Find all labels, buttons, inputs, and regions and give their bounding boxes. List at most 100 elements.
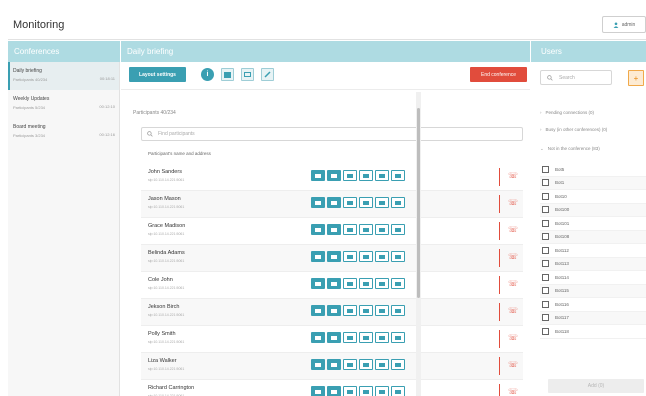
layout-settings-button[interactable]: Layout settings — [129, 67, 186, 82]
user-checkbox[interactable] — [542, 165, 549, 173]
microphone-icon[interactable] — [327, 251, 341, 262]
microphone-icon[interactable] — [327, 386, 341, 396]
user-item[interactable]: Bot5 — [540, 163, 646, 177]
disconnect-icon[interactable]: ☏ — [508, 361, 518, 369]
conference-item[interactable]: Weekly Updates Participants 5/234 00:12:10 — [8, 90, 119, 118]
info-icon[interactable]: i — [201, 68, 214, 81]
microphone-icon[interactable] — [327, 224, 341, 235]
share-icon[interactable] — [261, 68, 274, 81]
microphone-icon[interactable] — [327, 332, 341, 343]
speaker-icon[interactable] — [343, 332, 357, 343]
camera-icon[interactable] — [311, 224, 325, 235]
microphone-icon[interactable] — [327, 278, 341, 289]
screen-share-icon[interactable] — [359, 359, 373, 370]
user-checkbox[interactable] — [542, 192, 549, 200]
more-icon[interactable] — [391, 278, 405, 289]
video-layout-icon[interactable] — [375, 170, 389, 181]
speaker-icon[interactable] — [343, 305, 357, 316]
disconnect-icon[interactable]: ☏ — [508, 334, 518, 342]
user-checkbox[interactable] — [542, 287, 549, 295]
screen-share-icon[interactable] — [359, 224, 373, 235]
user-checkbox[interactable] — [542, 260, 549, 268]
users-section[interactable]: › Pending connections (0) — [540, 110, 594, 115]
screen-share-icon[interactable] — [359, 332, 373, 343]
user-item[interactable]: Bot101 — [540, 217, 646, 231]
screen-share-icon[interactable] — [359, 305, 373, 316]
user-checkbox[interactable] — [542, 327, 549, 335]
more-icon[interactable] — [391, 305, 405, 316]
user-checkbox[interactable] — [542, 179, 549, 187]
user-item[interactable]: Bot117 — [540, 311, 646, 325]
video-layout-icon[interactable] — [375, 197, 389, 208]
more-icon[interactable] — [391, 224, 405, 235]
user-checkbox[interactable] — [542, 314, 549, 322]
more-icon[interactable] — [391, 170, 405, 181]
speaker-icon[interactable] — [343, 224, 357, 235]
user-item[interactable]: Bot114 — [540, 271, 646, 285]
camera-icon[interactable] — [311, 197, 325, 208]
user-checkbox[interactable] — [542, 206, 549, 214]
camera-icon[interactable] — [311, 359, 325, 370]
screen-share-icon[interactable] — [359, 251, 373, 262]
user-checkbox[interactable] — [542, 246, 549, 254]
more-icon[interactable] — [391, 386, 405, 396]
microphone-icon[interactable] — [327, 197, 341, 208]
user-checkbox[interactable] — [542, 219, 549, 227]
user-checkbox[interactable] — [542, 273, 549, 281]
speaker-icon[interactable] — [343, 251, 357, 262]
video-layout-icon[interactable] — [375, 359, 389, 370]
user-item[interactable]: Bot118 — [540, 325, 646, 339]
camera-icon[interactable] — [311, 278, 325, 289]
user-checkbox[interactable] — [542, 233, 549, 241]
user-search-input[interactable]: Search — [540, 70, 612, 85]
screen-share-icon[interactable] — [359, 278, 373, 289]
disconnect-icon[interactable]: ☏ — [508, 388, 518, 396]
more-icon[interactable] — [391, 359, 405, 370]
camera-icon[interactable] — [311, 332, 325, 343]
user-item[interactable]: Bot115 — [540, 284, 646, 298]
video-layout-icon[interactable] — [375, 305, 389, 316]
user-item[interactable]: Bot108 — [540, 230, 646, 244]
user-item[interactable]: Bot100 — [540, 203, 646, 217]
microphone-icon[interactable] — [327, 305, 341, 316]
speaker-icon[interactable] — [343, 278, 357, 289]
layout-icon[interactable] — [221, 68, 234, 81]
find-participants-input[interactable]: Find participants — [141, 127, 523, 141]
camera-icon[interactable] — [311, 251, 325, 262]
user-menu-button[interactable]: admin — [602, 16, 646, 33]
conference-item[interactable]: Board meeting Participants 3/234 00:12:16 — [8, 118, 119, 146]
speaker-icon[interactable] — [343, 386, 357, 396]
screen-share-icon[interactable] — [359, 197, 373, 208]
disconnect-icon[interactable]: ☏ — [508, 280, 518, 288]
more-icon[interactable] — [391, 332, 405, 343]
end-conference-button[interactable]: End conference — [470, 67, 527, 82]
more-icon[interactable] — [391, 251, 405, 262]
disconnect-icon[interactable]: ☏ — [508, 307, 518, 315]
scrollbar-thumb[interactable] — [417, 108, 420, 298]
speaker-icon[interactable] — [343, 359, 357, 370]
disconnect-icon[interactable]: ☏ — [508, 226, 518, 234]
user-item[interactable]: Bot10 — [540, 190, 646, 204]
users-section[interactable]: ⌄ Not in the conference (83) — [540, 146, 600, 152]
chat-icon[interactable] — [241, 68, 254, 81]
microphone-icon[interactable] — [327, 170, 341, 181]
video-layout-icon[interactable] — [375, 278, 389, 289]
video-layout-icon[interactable] — [375, 224, 389, 235]
disconnect-icon[interactable]: ☏ — [508, 172, 518, 180]
camera-icon[interactable] — [311, 305, 325, 316]
users-section[interactable]: › Busy (in other conferences) (0) — [540, 127, 607, 132]
user-item[interactable]: Bot116 — [540, 298, 646, 312]
video-layout-icon[interactable] — [375, 332, 389, 343]
speaker-icon[interactable] — [343, 170, 357, 181]
microphone-icon[interactable] — [327, 359, 341, 370]
conference-item[interactable]: Daily briefing Participants 40/234 00:18:1… — [8, 62, 119, 90]
speaker-icon[interactable] — [343, 197, 357, 208]
screen-share-icon[interactable] — [359, 170, 373, 181]
add-user-icon[interactable]: + — [628, 70, 644, 86]
more-icon[interactable] — [391, 197, 405, 208]
camera-icon[interactable] — [311, 170, 325, 181]
disconnect-icon[interactable]: ☏ — [508, 253, 518, 261]
video-layout-icon[interactable] — [375, 386, 389, 396]
user-checkbox[interactable] — [542, 300, 549, 308]
user-item[interactable]: Bot112 — [540, 244, 646, 258]
